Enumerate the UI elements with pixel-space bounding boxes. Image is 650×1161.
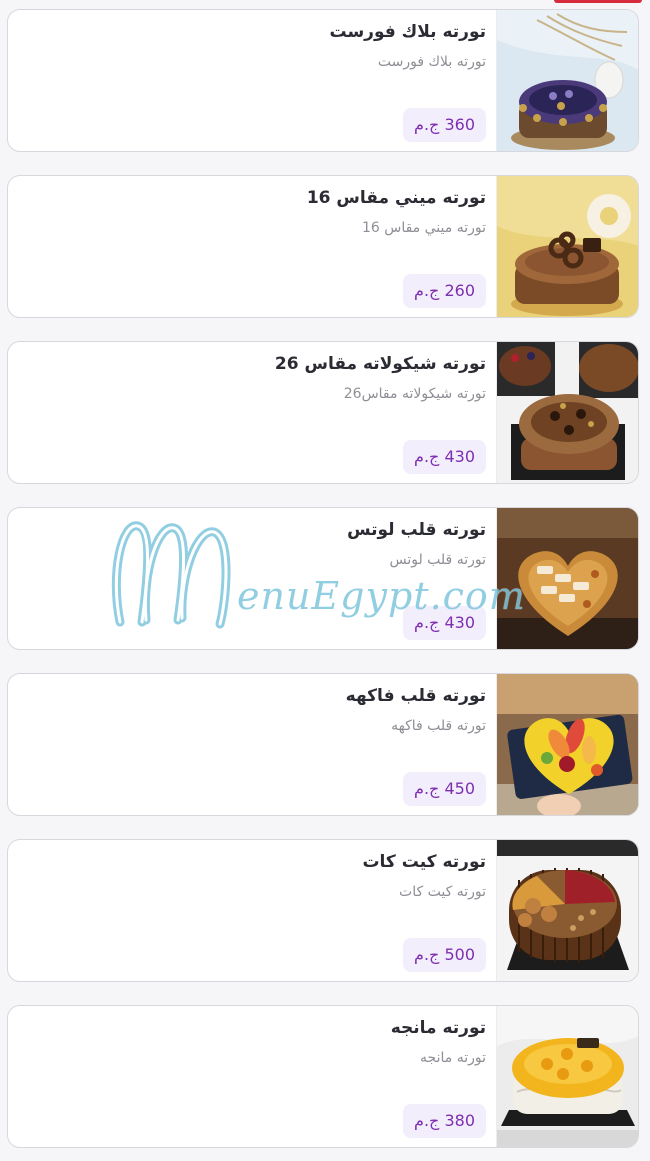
price-badge: 360 ج.م — [403, 108, 486, 142]
mini-chocolate-cake-photo — [496, 176, 638, 317]
item-title: تورته قلب فاكهه — [345, 686, 486, 706]
price-badge: 430 ج.م — [403, 440, 486, 474]
item-description: تورته مانجه — [420, 1050, 486, 1066]
lotus-heart-cake-photo — [496, 508, 638, 649]
menu-item-card[interactable]: تورته قلب فاكهه تورته قلب فاكهه 450 ج.م — [7, 673, 639, 816]
item-description: تورته بلاك فورست — [377, 54, 486, 70]
item-description: تورته قلب لوتس — [389, 552, 486, 568]
menu-item-info: تورته كيت كات تورته كيت كات 500 ج.م — [22, 840, 486, 981]
item-title: تورته ميني مقاس 16 — [306, 188, 486, 208]
item-title: تورته مانجه — [390, 1018, 486, 1038]
mango-cake-photo — [496, 1006, 638, 1147]
item-title: تورته قلب لوتس — [347, 520, 486, 540]
price-badge: 450 ج.م — [403, 772, 486, 806]
menu-item-card[interactable]: تورته قلب لوتس تورته قلب لوتس 430 ج.م — [7, 507, 639, 650]
price-badge: 380 ج.م — [403, 1104, 486, 1138]
menu-item-info: تورته ميني مقاس 16 تورته ميني مقاس 16 26… — [22, 176, 486, 317]
menu-item-info: تورته شيكولاته مقاس 26 تورته شيكولاته مق… — [22, 342, 486, 483]
item-description: تورته كيت كات — [399, 884, 486, 900]
menu-item-info: تورته بلاك فورست تورته بلاك فورست 360 ج.… — [22, 10, 486, 151]
menu-item-card[interactable]: تورته مانجه تورته مانجه 380 ج.م — [7, 1005, 639, 1148]
item-title: تورته شيكولاته مقاس 26 — [274, 354, 486, 374]
price-badge: 430 ج.م — [403, 606, 486, 640]
menu-item-info: تورته مانجه تورته مانجه 380 ج.م — [22, 1006, 486, 1147]
item-title: تورته كيت كات — [362, 852, 486, 872]
item-description: تورته قلب فاكهه — [391, 718, 486, 734]
menu-item-card[interactable]: تورته ميني مقاس 16 تورته ميني مقاس 16 26… — [7, 175, 639, 318]
fruit-heart-cake-photo — [496, 674, 638, 815]
menu-item-list: تورته بلاك فورست تورته بلاك فورست 360 ج.… — [7, 9, 639, 1148]
item-description: تورته شيكولاته مقاس26 — [343, 386, 486, 402]
menu-item-card[interactable]: تورته شيكولاته مقاس 26 تورته شيكولاته مق… — [7, 341, 639, 484]
price-badge: 260 ج.م — [403, 274, 486, 308]
menu-item-info: تورته قلب لوتس تورته قلب لوتس 430 ج.م — [22, 508, 486, 649]
black-forest-cake-photo — [496, 10, 638, 151]
kitkat-cake-photo — [496, 840, 638, 981]
item-title: تورته بلاك فورست — [329, 22, 486, 42]
chocolate-cake-photo — [496, 342, 638, 483]
menu-item-card[interactable]: تورته بلاك فورست تورته بلاك فورست 360 ج.… — [7, 9, 639, 152]
top-accent-bar — [554, 0, 642, 3]
price-badge: 500 ج.م — [403, 938, 486, 972]
menu-item-info: تورته قلب فاكهه تورته قلب فاكهه 450 ج.م — [22, 674, 486, 815]
menu-item-card[interactable]: تورته كيت كات تورته كيت كات 500 ج.م — [7, 839, 639, 982]
item-description: تورته ميني مقاس 16 — [361, 220, 486, 236]
